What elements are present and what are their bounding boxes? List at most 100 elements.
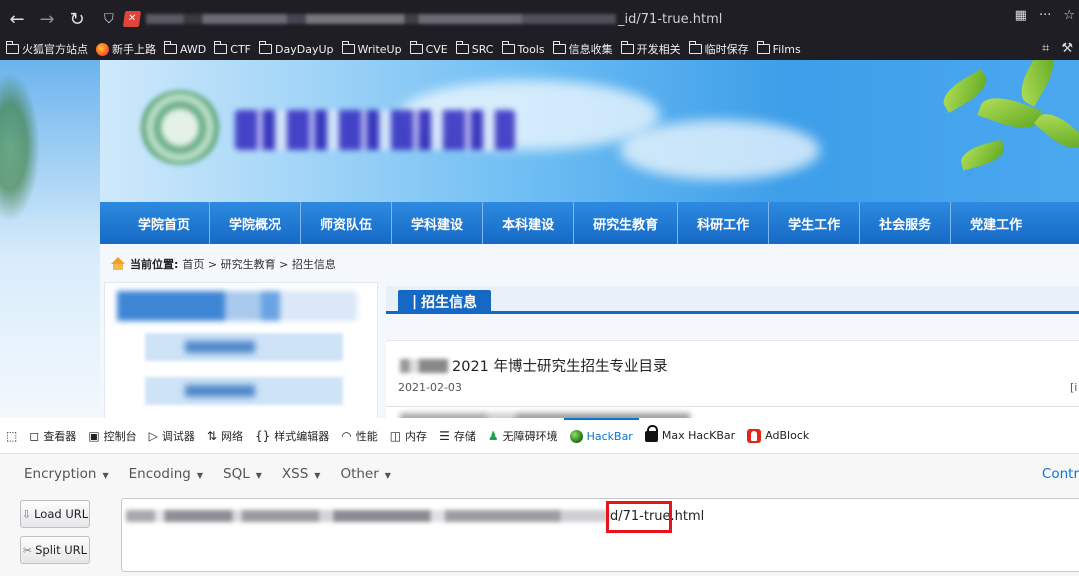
menu-other[interactable]: Other ▼ — [340, 466, 391, 482]
load-url-button[interactable]: ⇩ Load URL — [20, 500, 90, 528]
bookmark-folder[interactable]: WriteUp — [341, 41, 402, 56]
sidebar-title-redacted — [117, 291, 357, 321]
url-textarea[interactable]: d/71-true.html — [121, 498, 1079, 572]
tab-console[interactable]: ▣ 控制台 — [82, 418, 142, 454]
nav-item-discipline[interactable]: 学科建设 — [392, 202, 484, 244]
sidebar-item[interactable] — [145, 333, 343, 361]
bookmark-folder[interactable]: AWD — [164, 41, 206, 56]
inspector-icon: ◻ — [29, 428, 40, 443]
split-url-button[interactable]: ✂ Split URL — [20, 536, 90, 564]
qr-code-icon[interactable]: ▦ — [1015, 8, 1027, 23]
tab-performance[interactable]: ◠ 性能 — [335, 418, 383, 454]
folder-icon — [214, 41, 228, 54]
performance-icon: ◠ — [341, 428, 352, 443]
back-icon[interactable]: ← — [4, 6, 30, 32]
folder-icon — [455, 41, 469, 54]
nav-item-faculty[interactable]: 师资队伍 — [301, 202, 393, 244]
nav-item-research[interactable]: 科研工作 — [678, 202, 770, 244]
caret-down-icon: ▼ — [102, 470, 109, 480]
folder-icon — [756, 41, 770, 54]
folder-icon — [501, 41, 515, 54]
folder-icon — [341, 41, 355, 54]
nav-item-home[interactable]: 学院首页 — [100, 202, 211, 244]
list-item[interactable]: 2021 年博士研究生招生专业目录 2021-02-03 [i — [386, 340, 1079, 406]
nav-item-undergrad[interactable]: 本科建设 — [483, 202, 575, 244]
list-item[interactable] — [386, 406, 1079, 418]
bookmark-star-icon[interactable]: ☆ — [1063, 8, 1075, 23]
menu-sql[interactable]: SQL ▼ — [223, 466, 262, 482]
article-more[interactable]: [i — [1070, 381, 1077, 394]
menu-encoding[interactable]: Encoding ▼ — [129, 466, 203, 482]
caret-down-icon: ▼ — [196, 470, 204, 480]
tab-adblock[interactable]: AdBlock — [741, 418, 815, 454]
leaf-decoration — [958, 139, 1007, 171]
devtools-tabbar: ⬚ ◻ 查看器 ▣ 控制台 ▷ 调试器 ⇅ 网络 {} 样式编辑器 ◠ 性能 ◫ 内存 ☰ 存储… — [0, 417, 1079, 454]
leaf-decoration — [1013, 60, 1062, 107]
tab-network[interactable]: ⇅ 网络 — [201, 418, 249, 454]
accessibility-icon: ♟ — [487, 428, 499, 443]
bookmark-folder[interactable]: SRC — [455, 41, 494, 56]
cloud-decoration — [620, 120, 820, 180]
section-header: 招生信息 — [386, 286, 1079, 314]
debugger-icon: ▷ — [148, 428, 158, 443]
element-picker-icon[interactable]: ⬚ — [0, 418, 23, 454]
style-editor-icon: {} — [254, 428, 271, 443]
folder-icon — [259, 41, 273, 54]
site-banner — [100, 60, 1079, 202]
hackbar-icon — [569, 430, 583, 443]
bookmark-folder[interactable]: 信息收集 — [552, 41, 613, 57]
nav-item-students[interactable]: 学生工作 — [769, 202, 861, 244]
nav-item-graduate[interactable]: 研究生教育 — [574, 202, 679, 244]
forward-icon[interactable]: → — [34, 6, 60, 32]
memory-icon: ◫ — [389, 428, 402, 443]
bookmark-folder[interactable]: 临时保存 — [688, 41, 749, 57]
bookmark-folder[interactable]: CTF — [214, 41, 251, 56]
url-redacted — [126, 510, 609, 522]
breadcrumb: 当前位置: 首页 > 研究生教育 > 招生信息 — [110, 256, 336, 272]
bookmark-folder[interactable]: DayDayUp — [259, 41, 334, 56]
shield-icon[interactable]: ⛉ — [104, 12, 124, 27]
nav-item-party[interactable]: 党建工作 — [951, 202, 1041, 244]
bookmark-item[interactable]: 新手上路 — [96, 41, 156, 57]
breadcrumb-path[interactable]: 首页 > 研究生教育 > 招生信息 — [182, 256, 335, 272]
tab-memory[interactable]: ◫ 内存 — [384, 418, 433, 454]
wrench-icon[interactable]: ⚒ — [1061, 41, 1073, 56]
tab-inspector[interactable]: ◻ 查看器 — [23, 418, 82, 454]
article-date: 2021-02-03 — [398, 381, 462, 394]
tab-hackbar[interactable]: HackBar — [563, 417, 639, 454]
caret-down-icon: ▼ — [255, 470, 262, 480]
bookmark-folder[interactable]: 开发相关 — [620, 41, 681, 57]
leaf-decoration — [1033, 106, 1079, 156]
insecure-icon[interactable]: ✕ — [122, 11, 142, 27]
reload-icon[interactable]: ↻ — [64, 6, 90, 32]
bookmark-folder[interactable]: Films — [756, 41, 801, 56]
more-icon[interactable]: ··· — [1039, 8, 1051, 23]
split-icon: ✂ — [22, 543, 33, 557]
nav-item-service[interactable]: 社会服务 — [860, 202, 952, 244]
bookmark-folder[interactable]: CVE — [409, 41, 448, 56]
bookmark-folder[interactable]: Tools — [501, 41, 545, 56]
folder-icon — [620, 41, 634, 54]
bookmarks-bar: 火狐官方站点 新手上路 AWD CTF DayDayUp WriteUp CVE… — [0, 38, 1079, 60]
article-title[interactable]: 2021 年博士研究生招生专业目录 — [400, 355, 668, 376]
storage-icon: ☰ — [439, 428, 450, 443]
sidebar-item[interactable] — [145, 377, 343, 405]
contribute-link[interactable]: Contr — [1042, 466, 1079, 482]
tab-accessibility[interactable]: ♟ 无障碍环境 — [482, 418, 564, 454]
tab-storage[interactable]: ☰ 存储 — [433, 418, 482, 454]
nav-item-overview[interactable]: 学院概况 — [210, 202, 302, 244]
caret-down-icon: ▼ — [384, 470, 391, 480]
firefox-icon — [96, 42, 109, 56]
hackbar-body: ⇩ Load URL ✂ Split URL d/71-true.html — [0, 494, 1079, 576]
bookmarks-right: ⌗ ⚒ — [1042, 41, 1073, 56]
bookmark-item[interactable]: 火狐官方站点 — [6, 41, 88, 57]
menu-encryption[interactable]: Encryption ▼ — [24, 466, 109, 482]
menu-xss[interactable]: XSS ▼ — [282, 466, 321, 482]
site-nav: 学院首页 学院概况 师资队伍 学科建设 本科建设 研究生教育 科研工作 学生工作… — [100, 202, 1079, 244]
tab-style-editor[interactable]: {} 样式编辑器 — [249, 418, 335, 454]
load-icon: ⇩ — [21, 507, 32, 521]
crop-icon[interactable]: ⌗ — [1042, 41, 1049, 56]
tab-debugger[interactable]: ▷ 调试器 — [143, 418, 201, 454]
url-bar[interactable]: ⛉ ✕ _id/71-true.html — [104, 6, 1060, 32]
tab-max-hackbar[interactable]: Max HacKBar — [639, 418, 741, 454]
